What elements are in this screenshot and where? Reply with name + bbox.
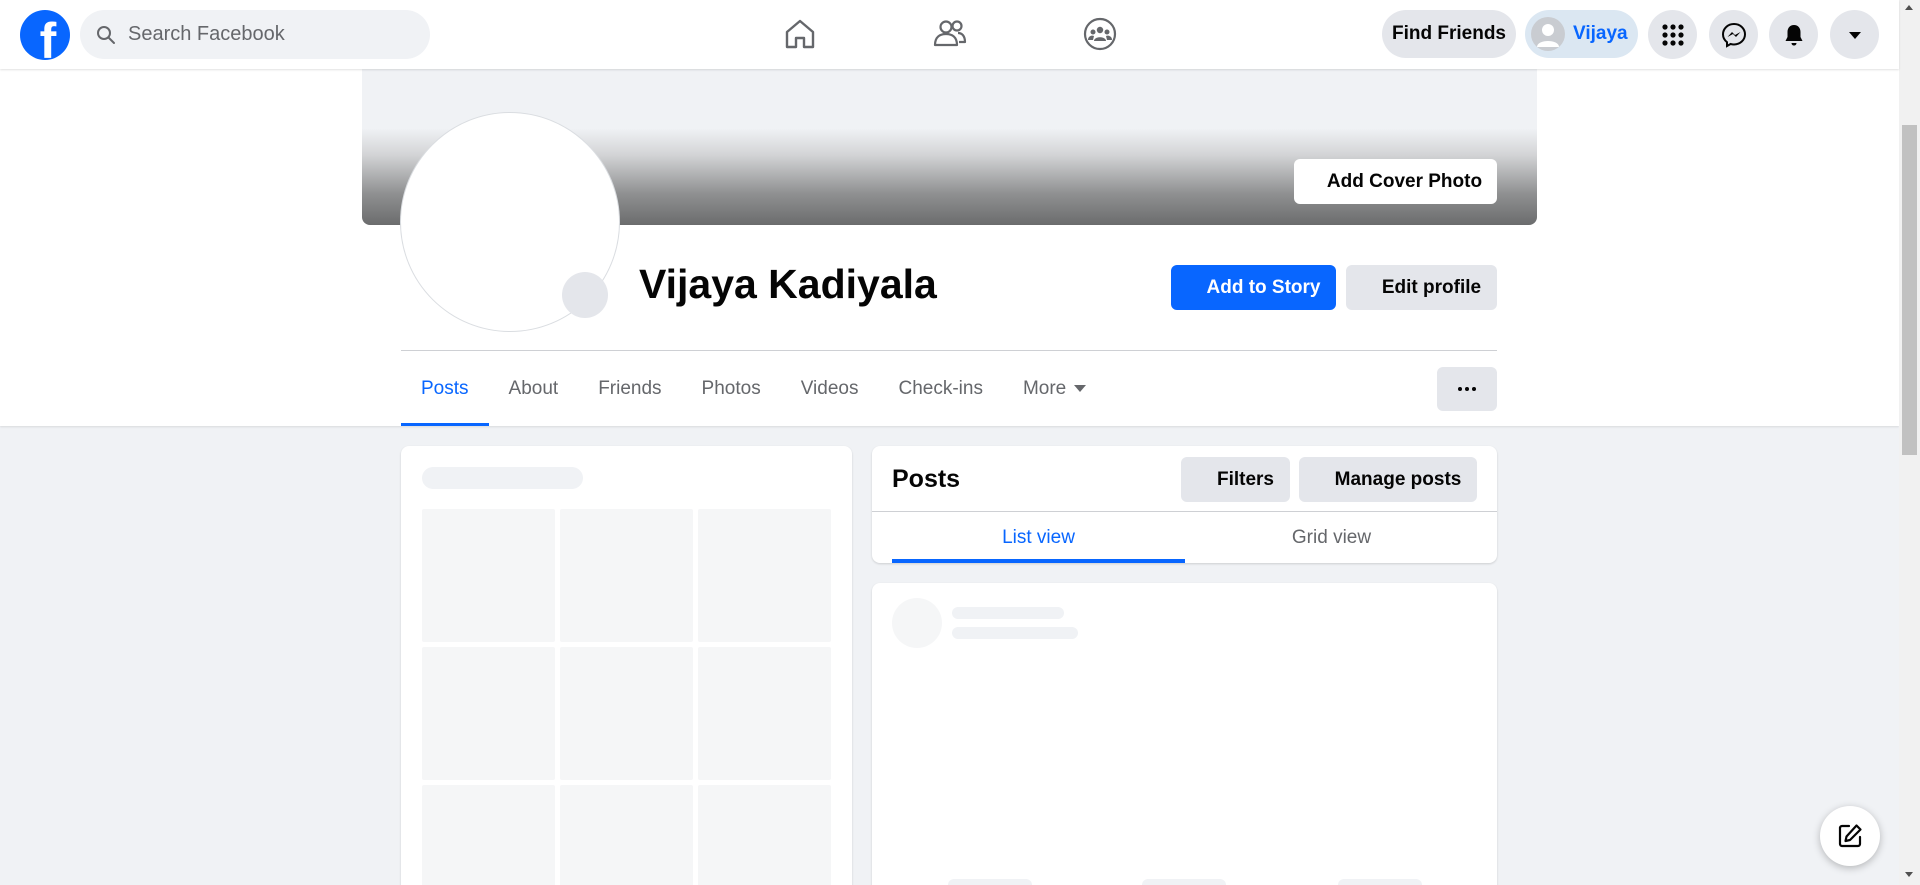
loading-placeholder-title <box>422 467 583 489</box>
notifications-button[interactable] <box>1769 10 1818 59</box>
loading-placeholder-action <box>1338 879 1422 885</box>
posts-header-card: Posts Filters Manage posts List view Gri… <box>872 446 1497 563</box>
account-caret-icon <box>1848 31 1861 39</box>
search-placeholder: Search Facebook <box>128 23 285 45</box>
tab-friends[interactable]: Friends <box>578 351 681 426</box>
tab-check-ins[interactable]: Check-ins <box>878 351 1002 426</box>
scroll-down-arrow-icon[interactable] <box>1905 872 1913 877</box>
more-options-button[interactable] <box>1437 367 1497 411</box>
loading-placeholder-tile <box>422 785 555 885</box>
loading-placeholder-line <box>952 627 1078 639</box>
tab-about[interactable]: About <box>489 351 579 426</box>
grid-view-tab[interactable]: Grid view <box>1185 512 1478 563</box>
home-icon[interactable] <box>780 14 820 54</box>
loading-placeholder-tile <box>560 509 693 642</box>
find-friends-button[interactable]: Find Friends <box>1382 10 1516 58</box>
loading-placeholder-tile <box>698 647 831 780</box>
account-menu-button[interactable] <box>1830 10 1879 59</box>
loading-placeholder-grid <box>422 509 832 885</box>
scroll-up-arrow-icon[interactable] <box>1905 5 1913 10</box>
profile-shortcut-label: Vijaya <box>1573 23 1628 44</box>
add-to-story-button[interactable]: Add to Story <box>1171 265 1336 310</box>
caret-down-icon <box>1074 385 1087 392</box>
ellipsis-icon-dot <box>1472 387 1476 391</box>
tab-videos[interactable]: Videos <box>781 351 879 426</box>
facebook-logo[interactable]: f <box>20 10 70 60</box>
friends-icon[interactable] <box>930 14 970 54</box>
manage-posts-button[interactable]: Manage posts <box>1299 457 1477 502</box>
profile-header: Add Cover Photo Vijaya Kadiyala Add to S… <box>0 69 1899 426</box>
messenger-button[interactable] <box>1709 10 1758 59</box>
facebook-logo-letter: f <box>39 13 57 60</box>
menu-button[interactable] <box>1648 10 1697 59</box>
tab-posts[interactable]: Posts <box>401 351 489 426</box>
menu-grid-icon <box>1661 23 1684 46</box>
tab-more-label: More <box>1022 377 1067 399</box>
top-navigation-bar: f Search Facebook Find Friends Vijaya <box>0 0 1899 69</box>
page-scrollbar[interactable] <box>1899 0 1920 885</box>
ellipsis-icon-dot <box>1465 387 1469 391</box>
avatar <box>1531 17 1565 51</box>
loading-placeholder-tile <box>560 785 693 885</box>
profile-tabs: Posts About Friends Photos Videos Check-… <box>401 351 1106 426</box>
new-message-button[interactable] <box>1820 806 1880 866</box>
profile-name: Vijaya Kadiyala <box>639 261 937 307</box>
tab-photos[interactable]: Photos <box>682 351 781 426</box>
loading-placeholder-action <box>1142 879 1226 885</box>
edit-profile-button[interactable]: Edit profile <box>1346 265 1497 310</box>
loading-placeholder-tile <box>560 647 693 780</box>
filters-button[interactable]: Filters <box>1181 457 1290 502</box>
tab-more[interactable]: More <box>1003 351 1106 426</box>
scrollbar-thumb[interactable] <box>1902 125 1917 455</box>
loading-placeholder-tile <box>422 647 555 780</box>
messenger-icon <box>1721 22 1746 48</box>
groups-icon[interactable] <box>1080 14 1120 54</box>
camera-icon[interactable] <box>562 272 608 318</box>
loading-placeholder-avatar <box>892 598 942 648</box>
loading-placeholder-tile <box>422 509 555 642</box>
loading-placeholder-action <box>948 879 1032 885</box>
loading-placeholder-tile <box>698 509 831 642</box>
profile-shortcut-button[interactable]: Vijaya <box>1525 10 1638 58</box>
loading-placeholder-tile <box>698 785 831 885</box>
post-loading-card <box>872 583 1497 885</box>
notifications-icon <box>1785 24 1802 45</box>
posts-title: Posts <box>892 465 961 493</box>
search-icon <box>97 25 115 44</box>
search-box[interactable]: Search Facebook <box>80 10 430 59</box>
list-view-tab[interactable]: List view <box>892 512 1185 563</box>
photos-loading-card <box>401 446 852 885</box>
compose-icon <box>1838 824 1862 848</box>
add-cover-photo-button[interactable]: Add Cover Photo <box>1294 159 1497 204</box>
loading-placeholder-line <box>952 607 1064 619</box>
ellipsis-icon-dot <box>1458 387 1462 391</box>
